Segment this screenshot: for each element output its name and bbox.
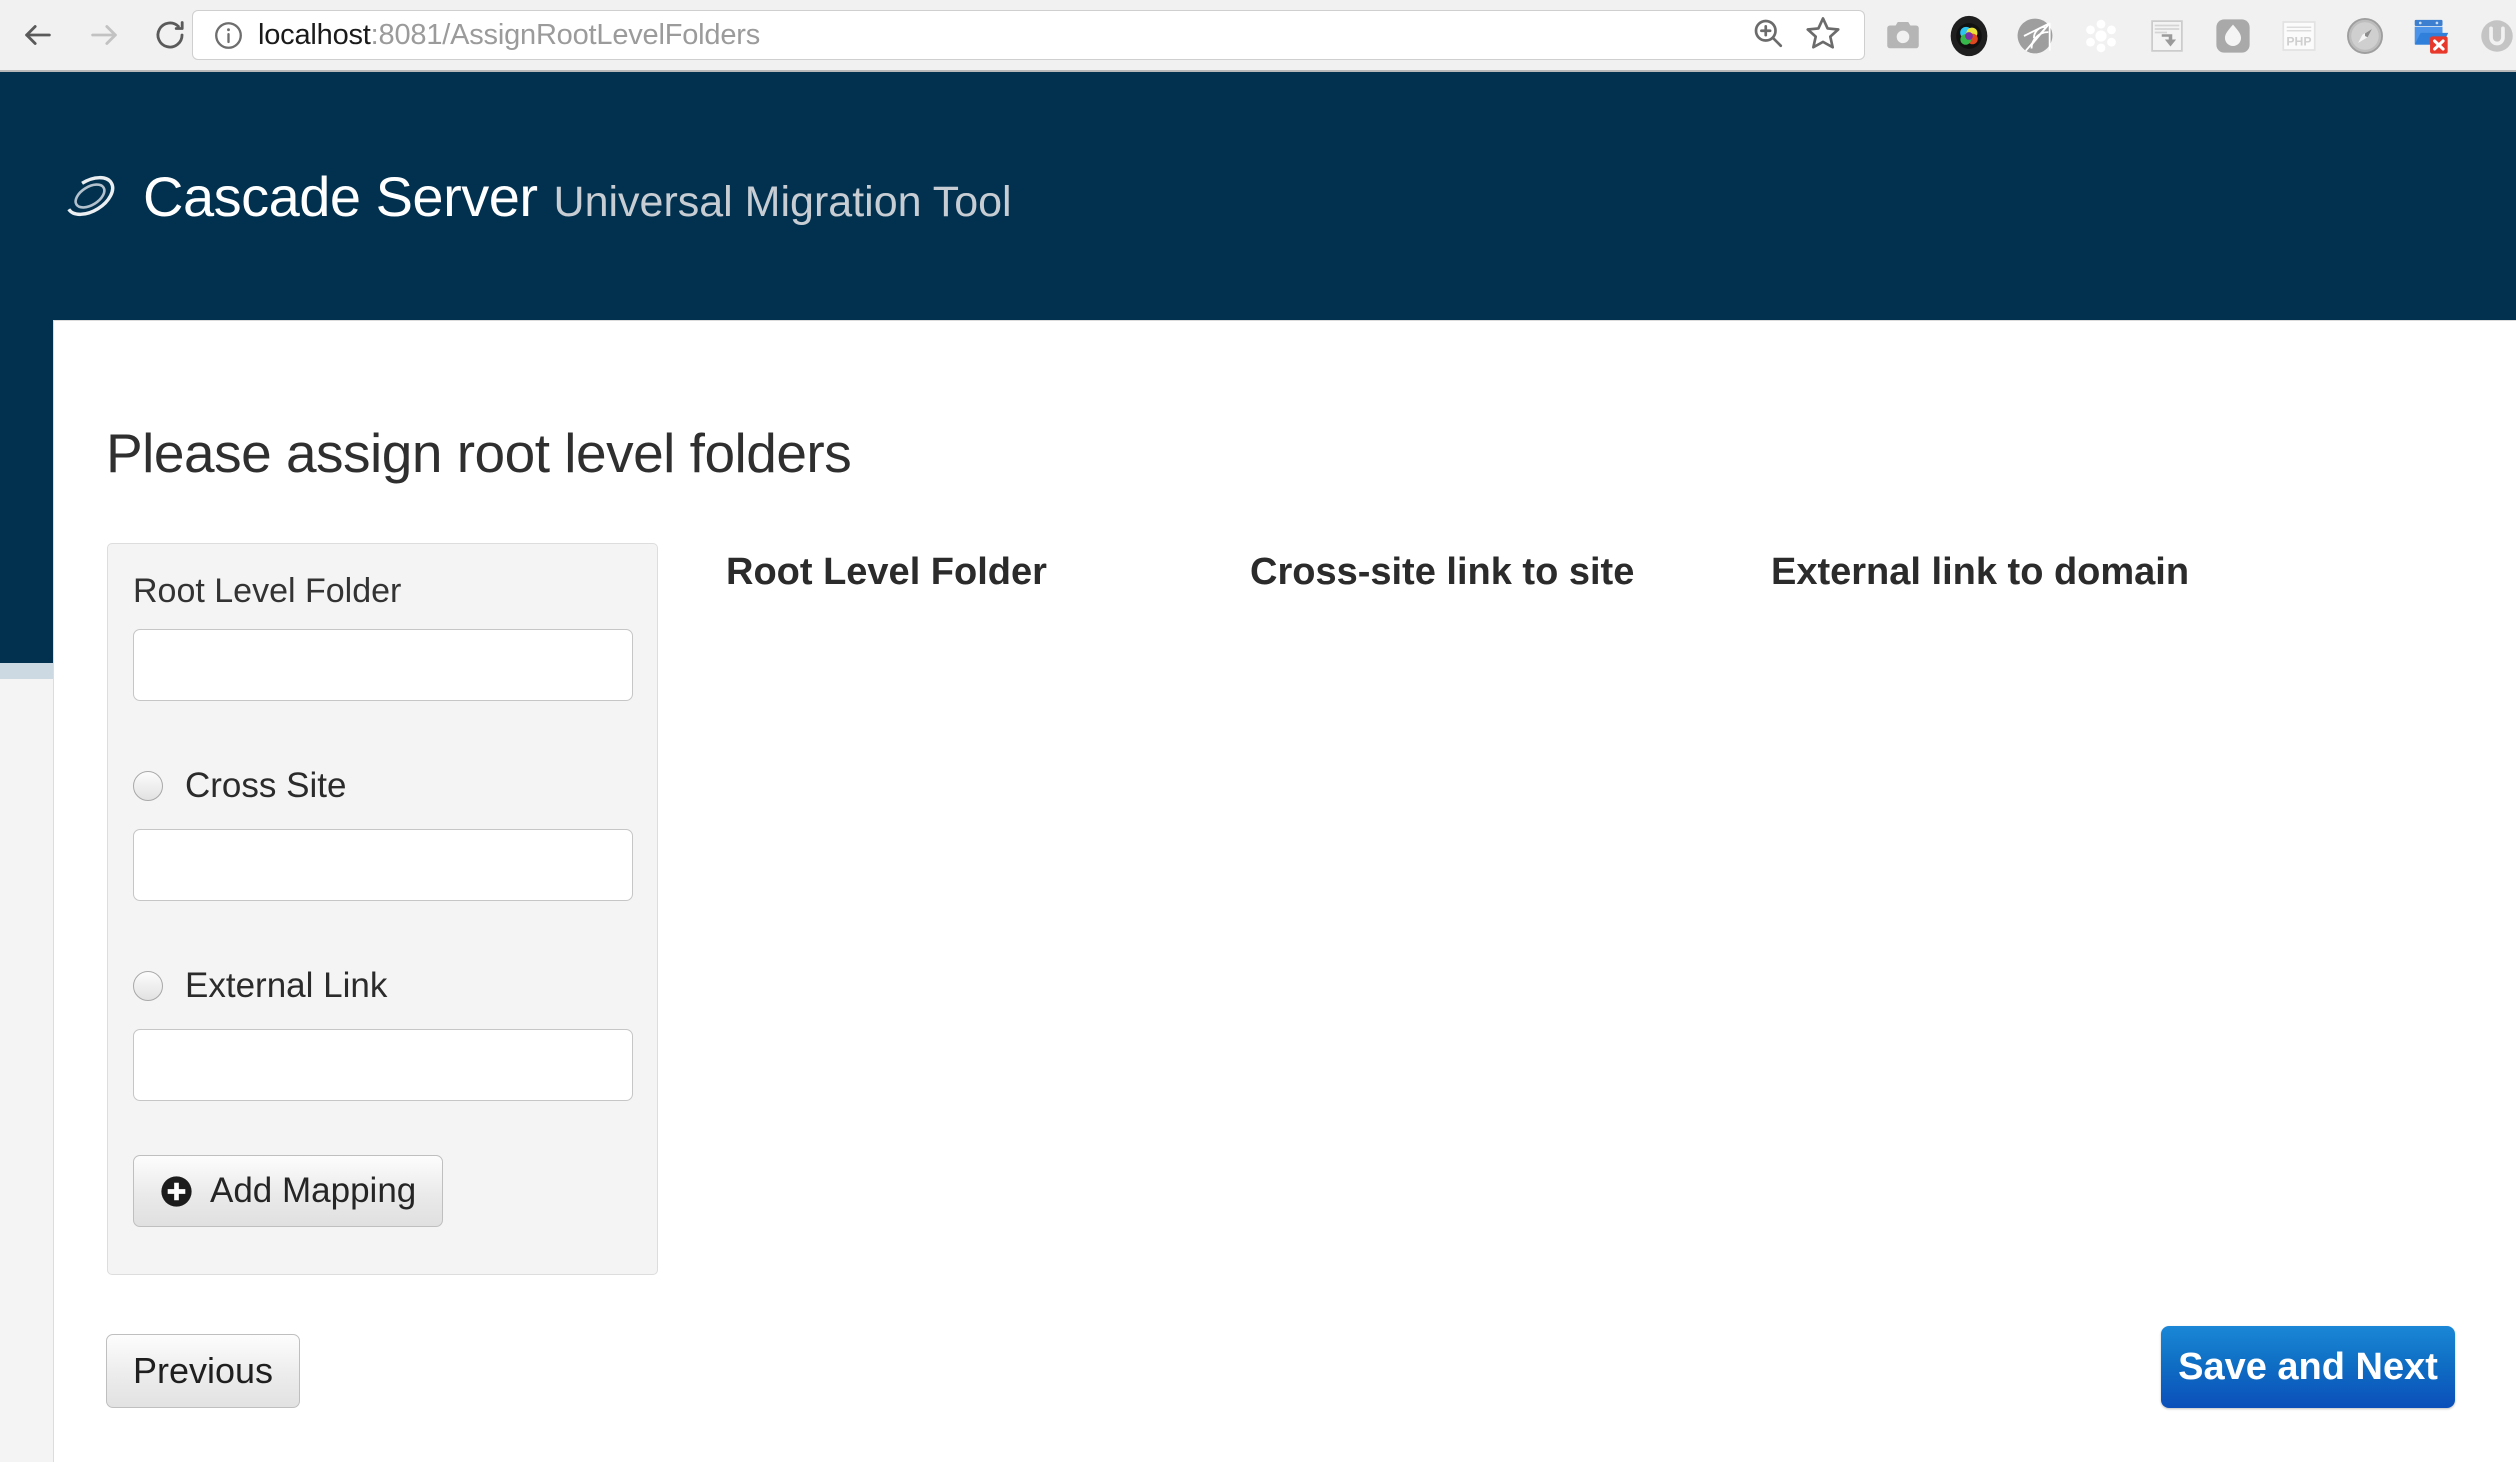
radio-unselected-icon[interactable] [133, 771, 163, 801]
url-actions [1750, 14, 1842, 57]
star-icon[interactable] [1804, 14, 1842, 57]
external-link-radio-row[interactable]: External Link [133, 966, 387, 1006]
previous-button[interactable]: Previous [106, 1334, 300, 1408]
radio-unselected-icon[interactable] [133, 971, 163, 1001]
column-header-external-link: External link to domain [1771, 551, 2190, 593]
ghost-droplet-icon[interactable] [2210, 13, 2256, 59]
cascade-swirl-logo [65, 175, 115, 217]
external-link-input[interactable] [133, 1029, 633, 1101]
page-title: Please assign root level folders [106, 422, 852, 484]
url-host: localhost [258, 18, 371, 51]
info-circle-icon[interactable] [213, 20, 244, 51]
cross-site-input[interactable] [133, 829, 633, 901]
mapping-form-panel: Root Level Folder Cross Site External Li… [107, 543, 658, 1275]
plus-circle-icon [161, 1175, 192, 1207]
column-header-cross-site-link: Cross-site link to site [1250, 551, 1635, 593]
back-button[interactable] [10, 7, 66, 63]
browser-chrome: localhost:8081/AssignRootLevelFolders PH… [0, 0, 2516, 72]
spider-web-icon[interactable] [2012, 13, 2058, 59]
php-icon[interactable]: PHP [2276, 13, 2322, 59]
site-header: Cascade Server Universal Migration Tool [0, 72, 2516, 320]
cross-site-radio-row[interactable]: Cross Site [133, 766, 346, 806]
content-card: Please assign root level folders Root Le… [53, 320, 2516, 1462]
back-arrow-icon [21, 18, 55, 52]
reload-icon [153, 18, 187, 52]
document-arrow-icon[interactable] [2144, 13, 2190, 59]
add-mapping-label: Add Mapping [210, 1171, 417, 1210]
url-text: localhost:8081/AssignRootLevelFolders [258, 19, 760, 52]
save-and-next-button[interactable]: Save and Next [2161, 1326, 2455, 1408]
extension-icons: PHP [1880, 0, 2516, 72]
u-circle-icon[interactable] [2474, 13, 2516, 59]
column-header-root-level-folder: Root Level Folder [726, 551, 1047, 593]
cross-site-label[interactable]: Cross Site [185, 766, 346, 806]
brand-title: Cascade Server [143, 164, 538, 228]
forward-arrow-icon [87, 18, 121, 52]
zoom-in-icon[interactable] [1750, 15, 1786, 56]
brand[interactable]: Cascade Server Universal Migration Tool [57, 164, 1012, 229]
camera-icon[interactable] [1880, 13, 1926, 59]
external-link-label[interactable]: External Link [185, 966, 387, 1006]
url-bar[interactable]: localhost:8081/AssignRootLevelFolders [192, 10, 1865, 60]
snowflake-icon[interactable] [2078, 13, 2124, 59]
svg-text:PHP: PHP [2286, 35, 2311, 49]
url-path: :8081/AssignRootLevelFolders [370, 18, 761, 51]
add-mapping-button[interactable]: Add Mapping [133, 1155, 444, 1227]
root-level-folder-label: Root Level Folder [133, 572, 402, 610]
reload-button[interactable] [142, 7, 198, 63]
color-lens-icon[interactable] [1946, 13, 1992, 59]
folder-error-icon[interactable] [2408, 13, 2454, 59]
compass-icon[interactable] [2342, 13, 2388, 59]
forward-button[interactable] [76, 7, 132, 63]
root-level-folder-input[interactable] [133, 629, 633, 701]
brand-subtitle: Universal Migration Tool [553, 177, 1012, 226]
